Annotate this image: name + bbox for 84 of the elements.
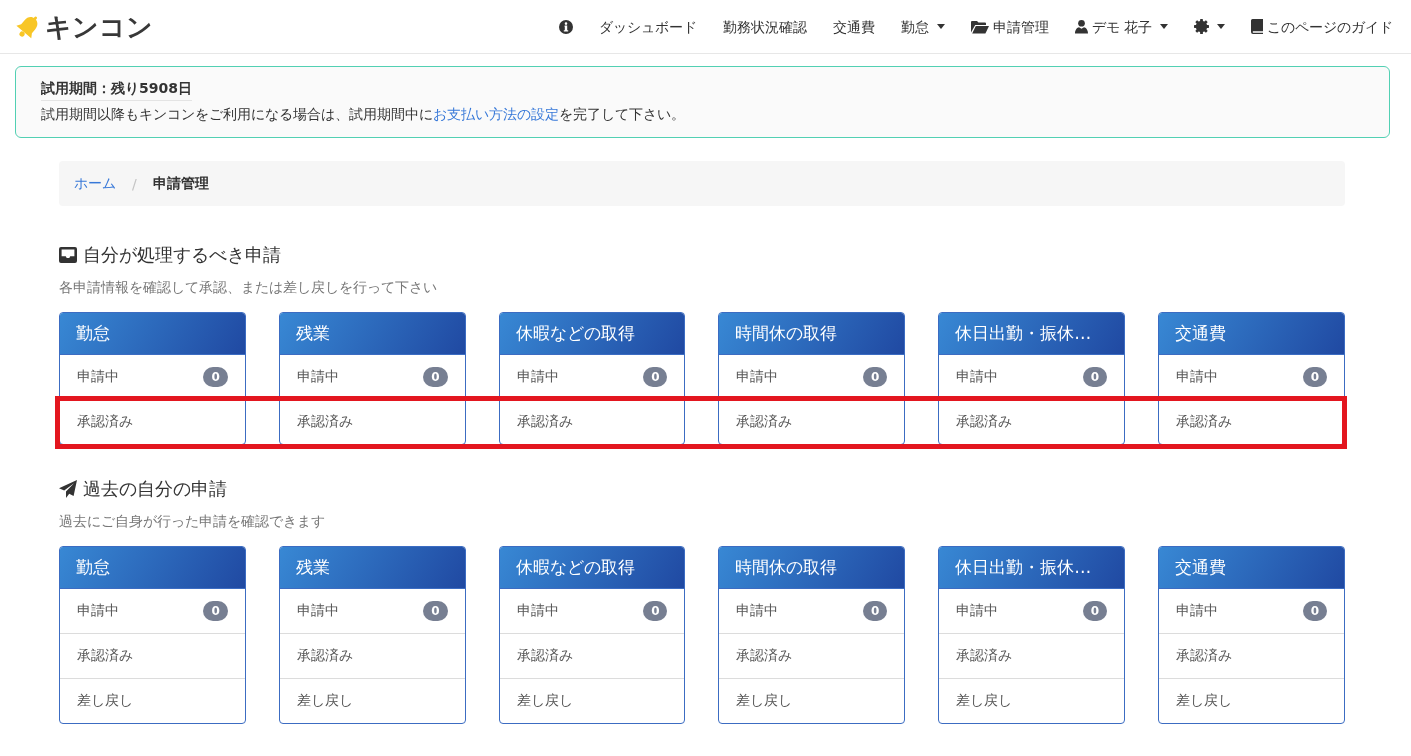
trial-period-title: 試用期間：残り5908日 bbox=[41, 78, 192, 101]
count-badge: 0 bbox=[1302, 367, 1327, 387]
card-title: 残業 bbox=[279, 547, 465, 588]
book-icon bbox=[1251, 19, 1263, 34]
returned-list-item[interactable]: 差し戻し bbox=[279, 678, 465, 723]
pending-list-item[interactable]: 申請中 0 bbox=[1159, 588, 1344, 633]
paper-plane-icon bbox=[59, 480, 77, 498]
approved-list-item[interactable]: 承認済み bbox=[939, 399, 1125, 444]
count-badge: 0 bbox=[1082, 367, 1108, 387]
info-icon bbox=[558, 19, 573, 34]
approved-list-item[interactable]: 承認済み bbox=[60, 633, 245, 678]
count-badge: 0 bbox=[423, 367, 448, 387]
user-menu[interactable]: デモ 花子 bbox=[1074, 16, 1168, 37]
pending-list-item[interactable]: 申請中 0 bbox=[60, 354, 245, 399]
card-title: 勤怠 bbox=[60, 313, 245, 354]
logo-text[interactable]: キンコン bbox=[45, 11, 153, 42]
returned-list-item[interactable]: 差し戻し bbox=[499, 678, 685, 723]
card-title: 交通費 bbox=[1159, 313, 1344, 354]
approved-list-item[interactable]: 承認済み bbox=[1159, 399, 1344, 444]
card-title: 時間休の取得 bbox=[719, 547, 905, 588]
nav-link[interactable]: 申請管理 bbox=[970, 16, 1049, 37]
card-title: 交通費 bbox=[1159, 547, 1344, 588]
breadcrumb-current: 申請管理 bbox=[152, 174, 209, 193]
count-badge: 0 bbox=[1082, 601, 1108, 621]
trial-message: 試用期間以降もキンコンをご利用になる場合は、試用期間中にお支払い方法の設定を完了して下さい。 bbox=[41, 105, 686, 124]
approved-list-item[interactable]: 承認済み bbox=[719, 399, 905, 444]
approved-list-item[interactable]: 承認済み bbox=[279, 399, 465, 444]
approved-list-item[interactable]: 承認済み bbox=[1159, 633, 1344, 678]
approved-list-item[interactable]: 承認済み bbox=[60, 399, 245, 444]
nav-link[interactable]: ダッシュボード bbox=[598, 16, 697, 37]
nav-link[interactable]: 交通費 bbox=[832, 16, 875, 37]
pending-list-item[interactable]: 申請中 0 bbox=[939, 588, 1125, 633]
approved-list-item[interactable]: 承認済み bbox=[499, 633, 685, 678]
count-badge: 0 bbox=[862, 601, 888, 621]
returned-list-item[interactable]: 差し戻し bbox=[60, 678, 245, 723]
breadcrumb-separator: / bbox=[131, 175, 138, 192]
section-heading: 自分が処理するべき申請 bbox=[83, 243, 281, 267]
pending-list-item[interactable]: 申請中 0 bbox=[499, 354, 685, 399]
pending-list-item[interactable]: 申請中 0 bbox=[939, 354, 1125, 399]
approved-list-item[interactable]: 承認済み bbox=[719, 633, 905, 678]
caret-icon bbox=[1160, 24, 1168, 29]
pending-list-item[interactable]: 申請中 0 bbox=[1159, 354, 1344, 399]
count-badge: 0 bbox=[203, 367, 228, 387]
nav-link[interactable]: 勤務状況確認 bbox=[722, 16, 807, 37]
settings-icon bbox=[1194, 19, 1209, 34]
caret-icon bbox=[1217, 24, 1225, 29]
info-link[interactable] bbox=[558, 19, 573, 34]
section-description: 過去にご自身が行った申請を確認できます bbox=[59, 512, 326, 531]
count-badge: 0 bbox=[643, 601, 668, 621]
user-icon bbox=[1074, 19, 1088, 34]
breadcrumb-link[interactable]: ホーム bbox=[74, 174, 116, 193]
folder-icon bbox=[970, 19, 989, 34]
returned-list-item[interactable]: 差し戻し bbox=[939, 678, 1125, 723]
approved-list-item[interactable]: 承認済み bbox=[499, 399, 685, 444]
pending-list-item[interactable]: 申請中 0 bbox=[279, 354, 465, 399]
approved-list-item[interactable]: 承認済み bbox=[939, 633, 1125, 678]
card-title: 残業 bbox=[279, 313, 465, 354]
pending-list-item[interactable]: 申請中 0 bbox=[60, 588, 245, 633]
settings-menu[interactable] bbox=[1194, 19, 1225, 34]
count-badge: 0 bbox=[862, 367, 888, 387]
approved-list-item[interactable]: 承認済み bbox=[279, 633, 465, 678]
section-heading: 過去の自分の申請 bbox=[83, 477, 227, 501]
section-description: 各申請情報を確認して承認、または差し戻しを行って下さい bbox=[59, 278, 438, 297]
count-badge: 0 bbox=[203, 601, 228, 621]
pending-list-item[interactable]: 申請中 0 bbox=[279, 588, 465, 633]
card-title: 時間休の取得 bbox=[719, 313, 905, 354]
payment-settings-link[interactable]: お支払い方法の設定 bbox=[433, 106, 559, 122]
count-badge: 0 bbox=[1302, 601, 1327, 621]
card-title: 勤怠 bbox=[60, 547, 245, 588]
pending-list-item[interactable]: 申請中 0 bbox=[499, 588, 685, 633]
count-badge: 0 bbox=[423, 601, 448, 621]
guide-link[interactable]: このページのガイド bbox=[1251, 16, 1393, 37]
returned-list-item[interactable]: 差し戻し bbox=[719, 678, 905, 723]
card-title: 休暇などの取得 bbox=[499, 313, 685, 354]
caret-icon bbox=[936, 24, 945, 29]
returned-list-item[interactable]: 差し戻し bbox=[1159, 678, 1344, 723]
nav-dropdown[interactable]: 勤怠 bbox=[900, 16, 945, 37]
inbox-icon bbox=[59, 247, 77, 263]
pending-list-item[interactable]: 申請中 0 bbox=[719, 588, 905, 633]
count-badge: 0 bbox=[643, 367, 668, 387]
pending-list-item[interactable]: 申請中 0 bbox=[719, 354, 905, 399]
card-title: 休暇などの取得 bbox=[499, 547, 685, 588]
card-title: 休日出勤・振休… bbox=[939, 313, 1125, 354]
card-title: 休日出勤・振休… bbox=[939, 547, 1125, 588]
